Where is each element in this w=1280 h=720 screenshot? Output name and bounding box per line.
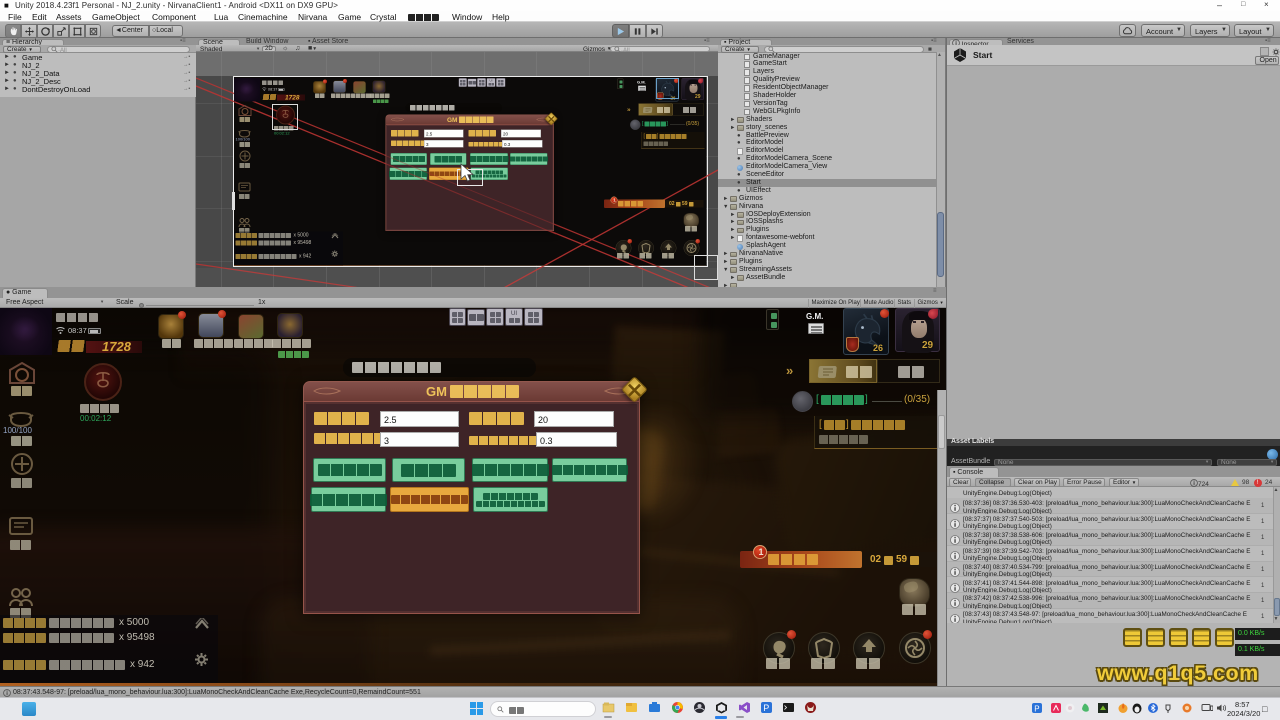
svg-text:P: P xyxy=(763,703,769,713)
svg-text:P: P xyxy=(1034,705,1039,714)
